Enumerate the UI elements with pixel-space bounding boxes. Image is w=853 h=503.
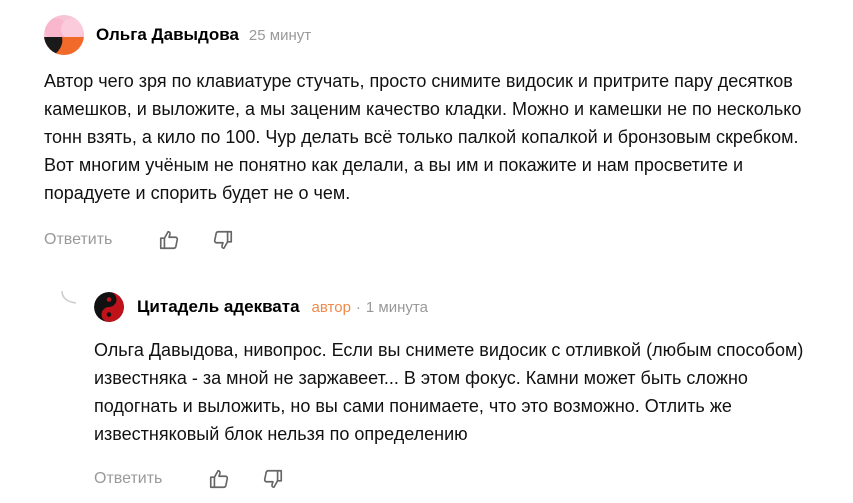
comment-text: Автор чего зря по клавиатуре стучать, пр… (44, 71, 802, 203)
comment: Ольга Давыдова 25 минут Автор чего зря п… (44, 15, 844, 251)
reply-button[interactable]: Ответить (94, 470, 162, 488)
dislike-icon[interactable] (262, 468, 284, 490)
comment-header: Цитадель адеквата автор · 1 минута (94, 290, 844, 324)
comment-actions: Ответить (94, 468, 844, 490)
comment-text: Ольга Давыдова, нивопрос. Если вы снимет… (94, 340, 804, 444)
comment-actions: Ответить (44, 229, 844, 251)
meta-separator: · (355, 298, 361, 316)
avatar[interactable] (44, 15, 84, 55)
comment-author[interactable]: Ольга Давыдова (96, 25, 239, 45)
reply-comment: Цитадель адеквата автор · 1 минута Ольга… (94, 290, 844, 490)
reply-thread-line (61, 291, 77, 304)
like-icon[interactable] (158, 229, 180, 251)
red-black-yin-yang-avatar-icon (94, 292, 124, 322)
comment-author[interactable]: Цитадель адеквата (137, 297, 300, 317)
comment-header: Ольга Давыдова 25 минут (44, 15, 844, 55)
author-badge: автор (311, 298, 351, 316)
avatar[interactable] (94, 292, 124, 322)
pink-orange-abstract-avatar-icon (44, 15, 84, 55)
reply-button[interactable]: Ответить (44, 231, 112, 249)
comment-time[interactable]: 25 минут (249, 27, 311, 44)
comment-time[interactable]: 1 минута (366, 299, 428, 316)
dislike-icon[interactable] (212, 229, 234, 251)
like-icon[interactable] (208, 468, 230, 490)
